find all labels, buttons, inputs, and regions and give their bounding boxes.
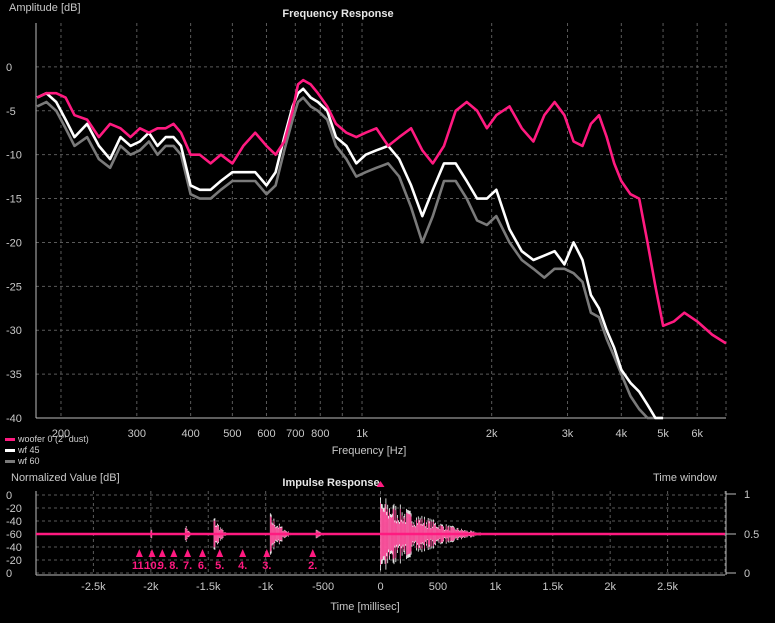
marker-triangle <box>148 549 156 557</box>
x-tick-label: 1k <box>356 428 368 440</box>
y-tick-label: -40 <box>6 516 22 528</box>
y-tick-label: -30 <box>6 325 22 337</box>
frequency-response-chart: Frequency Response Amplitude [dB] Freque… <box>5 2 727 466</box>
y-tick-label: -15 <box>6 194 22 206</box>
x-tick-label: 800 <box>311 428 329 440</box>
y-tick-label: -20 <box>6 555 22 567</box>
legend-swatch <box>5 449 15 452</box>
chart-title: Frequency Response <box>282 8 393 20</box>
secondary-y-tick-label: 0 <box>744 568 750 580</box>
axes <box>35 23 726 419</box>
marker-label: 2. <box>308 560 317 572</box>
y-tick-label: 0 <box>6 490 12 502</box>
marker-triangle <box>216 549 224 557</box>
x-tick-label: 600 <box>257 428 275 440</box>
y-tick-label: -25 <box>6 281 22 293</box>
x-tick-label: 2k <box>486 428 498 440</box>
chart-title: Impulse Response <box>282 477 379 489</box>
x-tick-label: -1k <box>258 581 274 593</box>
x-axis-label: Time [millisec] <box>330 601 399 613</box>
marker-label: 9. <box>158 560 167 572</box>
y-tick-label: -40 <box>6 542 22 554</box>
x-tick-label: 5k <box>657 428 669 440</box>
series-line <box>36 78 727 345</box>
secondary-y-tick-label: 0.5 <box>744 529 759 541</box>
x-tick-label: 500 <box>429 581 447 593</box>
marker-triangle <box>239 549 247 557</box>
marker-triangle <box>184 549 192 557</box>
y-tick-label: -35 <box>6 369 22 381</box>
marker-label: 8. <box>169 560 178 572</box>
marker-label: 5. <box>215 560 224 572</box>
impulse-response-chart: Impulse Response Normalized Value [dB] T… <box>6 472 759 613</box>
y-axis-label: Amplitude [dB] <box>9 2 81 14</box>
y-tick-label: -40 <box>6 413 22 425</box>
x-tick-label: 2k <box>604 581 616 593</box>
y-tick-label: -10 <box>6 150 22 162</box>
marker-label: 7. <box>183 560 192 572</box>
y-axis-label: Normalized Value [dB] <box>11 472 120 484</box>
legend-swatch <box>5 438 15 441</box>
x-tick-label: -2k <box>143 581 159 593</box>
grid <box>36 23 727 419</box>
secondary-y-tick-label: 1 <box>744 489 750 501</box>
x-tick-label: 4k <box>616 428 628 440</box>
legend: woofer 0 (2" dust)wf 45wf 60 <box>5 434 89 466</box>
x-tick-label: -500 <box>312 581 334 593</box>
marker-triangle <box>263 549 271 557</box>
x-tick-label: 6k <box>691 428 703 440</box>
legend-label: wf 60 <box>17 456 40 466</box>
y-tick-label: -20 <box>6 503 22 515</box>
marker-triangle <box>309 549 317 557</box>
x-tick-label: 1.5k <box>542 581 563 593</box>
marker-label: 4. <box>238 560 247 572</box>
marker-triangle <box>158 549 166 557</box>
legend-label: woofer 0 (2" dust) <box>17 434 89 444</box>
x-tick-label: 700 <box>286 428 304 440</box>
y-tick-label: -60 <box>6 529 22 541</box>
y-tick-label: 0 <box>6 568 12 580</box>
x-tick-label: 1k <box>490 581 502 593</box>
legend-swatch <box>5 460 15 463</box>
y-tick-label: -20 <box>6 237 22 249</box>
x-axis-label: Frequency [Hz] <box>332 445 407 457</box>
x-tick-label: 2.5k <box>657 581 678 593</box>
series-lines <box>36 78 727 420</box>
x-tick-label: 300 <box>128 428 146 440</box>
y-tick-label: -5 <box>6 106 16 118</box>
x-tick-label: -2.5k <box>81 581 106 593</box>
marker-label: 3. <box>262 560 271 572</box>
x-tick-label: 500 <box>223 428 241 440</box>
marker-triangle <box>199 549 207 557</box>
marker-label: 6. <box>198 560 207 572</box>
secondary-y-axis-label: Time window <box>653 472 717 484</box>
marker-triangle <box>170 549 178 557</box>
x-tick-label: -1.5k <box>196 581 221 593</box>
marker-triangle <box>135 549 143 557</box>
legend-label: wf 45 <box>17 445 40 455</box>
x-tick-label: 400 <box>181 428 199 440</box>
x-tick-label: 3k <box>562 428 574 440</box>
y-tick-label: 0 <box>6 62 12 74</box>
x-tick-label: 0 <box>377 581 383 593</box>
chart-canvas: Frequency Response Amplitude [dB] Freque… <box>5 2 759 613</box>
